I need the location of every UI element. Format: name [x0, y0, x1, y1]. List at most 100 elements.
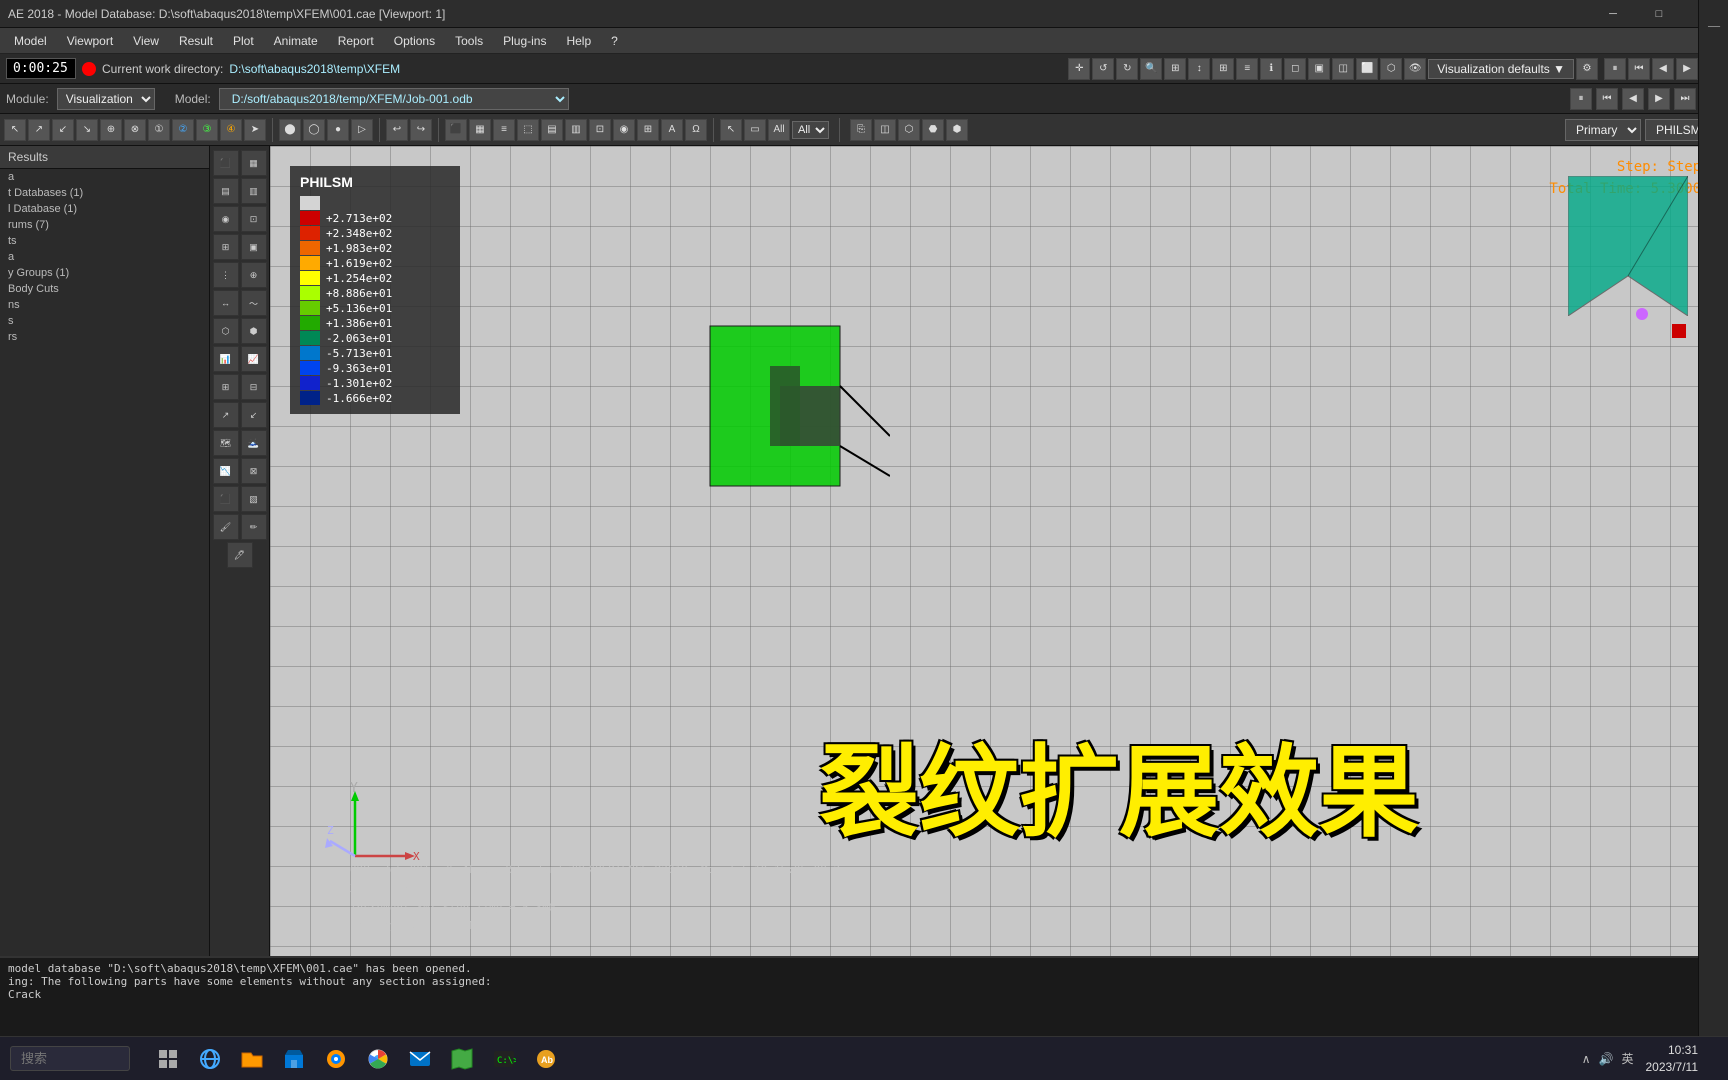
primary-select[interactable]: Primary	[1565, 119, 1641, 141]
side-icon-15[interactable]: 📊	[213, 346, 239, 372]
hex-icon[interactable]: ⬡	[1380, 58, 1402, 80]
module-select[interactable]: Visualization	[57, 88, 155, 110]
playback-pause[interactable]: ⏸	[1570, 88, 1592, 110]
menu-viewport[interactable]: Viewport	[57, 32, 123, 50]
box4-icon[interactable]: ⬜	[1356, 58, 1378, 80]
tool-9[interactable]: ⊞	[637, 119, 659, 141]
icon-bar-10[interactable]: ④	[220, 119, 242, 141]
side-icon-19[interactable]: ↗	[213, 402, 239, 428]
side-icon-12[interactable]: 〜	[241, 290, 267, 316]
playback-prev[interactable]: ◀	[1622, 88, 1644, 110]
tool-3[interactable]: ≡	[493, 119, 515, 141]
tool-5[interactable]: ▤	[541, 119, 563, 141]
side-icon-13[interactable]: ⬡	[213, 318, 239, 344]
taskbar-maps-icon[interactable]	[444, 1041, 480, 1077]
side-icon-18[interactable]: ⊟	[241, 374, 267, 400]
box1-icon[interactable]: ◻	[1284, 58, 1306, 80]
tool-1[interactable]: ⬛	[445, 119, 467, 141]
side-icon-29[interactable]: 🖊	[227, 542, 253, 568]
side-icon-22[interactable]: 🗻	[241, 430, 267, 456]
side-icon-5[interactable]: ◉	[213, 206, 239, 232]
menu-result[interactable]: Result	[169, 32, 223, 50]
side-icon-24[interactable]: ⊠	[241, 458, 267, 484]
tree-item-database[interactable]: l Database (1)	[0, 201, 209, 217]
tool-10[interactable]: A	[661, 119, 683, 141]
tool-8[interactable]: ◉	[613, 119, 635, 141]
icon-bar-6[interactable]: ⊗	[124, 119, 146, 141]
side-icon-3[interactable]: ▤	[213, 178, 239, 204]
maximize-button[interactable]: □	[1636, 0, 1682, 28]
prev-end-btn[interactable]: ⏮	[1628, 58, 1650, 80]
side-icon-4[interactable]: ▥	[241, 178, 267, 204]
side-icon-8[interactable]: ▣	[241, 234, 267, 260]
menu-model[interactable]: Model	[4, 32, 57, 50]
taskbar-chrome-icon[interactable]	[360, 1041, 396, 1077]
prev-btn[interactable]: ◀	[1652, 58, 1674, 80]
pause-btn[interactable]: ⏸	[1604, 58, 1626, 80]
tray-lang[interactable]: 英	[1621, 1050, 1633, 1067]
tree-item-ts[interactable]: ts	[0, 233, 209, 249]
taskbar-firefox-icon[interactable]	[318, 1041, 354, 1077]
icon-bar-8[interactable]: ②	[172, 119, 194, 141]
taskbar-explorer-icon[interactable]	[234, 1041, 270, 1077]
icon-bar-arrow[interactable]: ➤	[244, 119, 266, 141]
mat-icon[interactable]: ⬢	[946, 119, 968, 141]
box3-icon[interactable]: ◫	[1332, 58, 1354, 80]
side-icon-17[interactable]: ⊞	[213, 374, 239, 400]
side-icon-16[interactable]: 📈	[241, 346, 267, 372]
taskbar-ie-icon[interactable]	[192, 1041, 228, 1077]
vis-icon[interactable]: 👁	[1404, 58, 1426, 80]
taskbar-store-icon[interactable]	[276, 1041, 312, 1077]
mesh-icon[interactable]: ⬡	[898, 119, 920, 141]
select-icon[interactable]: ▭	[744, 119, 766, 141]
tray-caret[interactable]: ∧	[1582, 1052, 1591, 1066]
side-icon-6[interactable]: ⊡	[241, 206, 267, 232]
settings-icon[interactable]: ⚙	[1576, 58, 1598, 80]
taskbar-email-icon[interactable]	[402, 1041, 438, 1077]
side-icon-25[interactable]: ⬛	[213, 486, 239, 512]
nav-icon-2[interactable]: ↺	[1092, 58, 1114, 80]
shape-1[interactable]: ⬤	[279, 119, 301, 141]
menu-report[interactable]: Report	[328, 32, 384, 50]
side-icon-2[interactable]: ▦	[241, 150, 267, 176]
icon-bar-1[interactable]: ↖	[4, 119, 26, 141]
search-input[interactable]	[10, 1046, 130, 1071]
cursor-icon[interactable]: ↖	[720, 119, 742, 141]
zoom-icon[interactable]: 🔍	[1140, 58, 1162, 80]
nav-icon-3[interactable]: ↻	[1116, 58, 1138, 80]
tray-audio[interactable]: 🔊	[1599, 1052, 1614, 1066]
copy-icon[interactable]: ⎘	[850, 119, 872, 141]
side-icon-26[interactable]: ▧	[241, 486, 267, 512]
tree-item-a[interactable]: a	[0, 249, 209, 265]
shape-4[interactable]: ▷	[351, 119, 373, 141]
undo-icon[interactable]: ↩	[386, 119, 408, 141]
grid-icon[interactable]: ⊞	[1212, 58, 1234, 80]
pan-icon[interactable]: ↕	[1188, 58, 1210, 80]
taskbar-terminal-icon[interactable]: C:\>	[486, 1041, 522, 1077]
side-icon-1[interactable]: ⬛	[213, 150, 239, 176]
side-icon-14[interactable]: ⬢	[241, 318, 267, 344]
side-icon-9[interactable]: ⋮	[213, 262, 239, 288]
sec-icon[interactable]: ⬣	[922, 119, 944, 141]
side-icon-21[interactable]: 🗺	[213, 430, 239, 456]
playback-next-end[interactable]: ⏭	[1674, 88, 1696, 110]
box2-icon[interactable]: ▣	[1308, 58, 1330, 80]
minimize-button[interactable]: ─	[1590, 0, 1636, 28]
tree-item-0[interactable]: a	[0, 169, 209, 185]
side-icon-7[interactable]: ⊞	[213, 234, 239, 260]
taskbar-files-icon[interactable]	[150, 1041, 186, 1077]
tree-item-rs[interactable]: rs	[0, 329, 209, 345]
side-icon-27[interactable]: 🖌	[213, 514, 239, 540]
tool-7[interactable]: ⊡	[589, 119, 611, 141]
menu-question[interactable]: ?	[601, 32, 628, 50]
shape-2[interactable]: ◯	[303, 119, 325, 141]
display-select[interactable]: All	[792, 121, 829, 139]
shape-3[interactable]: ●	[327, 119, 349, 141]
tool-2[interactable]: ▦	[469, 119, 491, 141]
all-icon[interactable]: All	[768, 119, 790, 141]
taskbar-abaqus-icon[interactable]: Ab	[528, 1041, 564, 1077]
tool-4[interactable]: ⬚	[517, 119, 539, 141]
icon-bar-7[interactable]: ①	[148, 119, 170, 141]
menu-plugins[interactable]: Plug-ins	[493, 32, 556, 50]
tree-item-databases[interactable]: t Databases (1)	[0, 185, 209, 201]
